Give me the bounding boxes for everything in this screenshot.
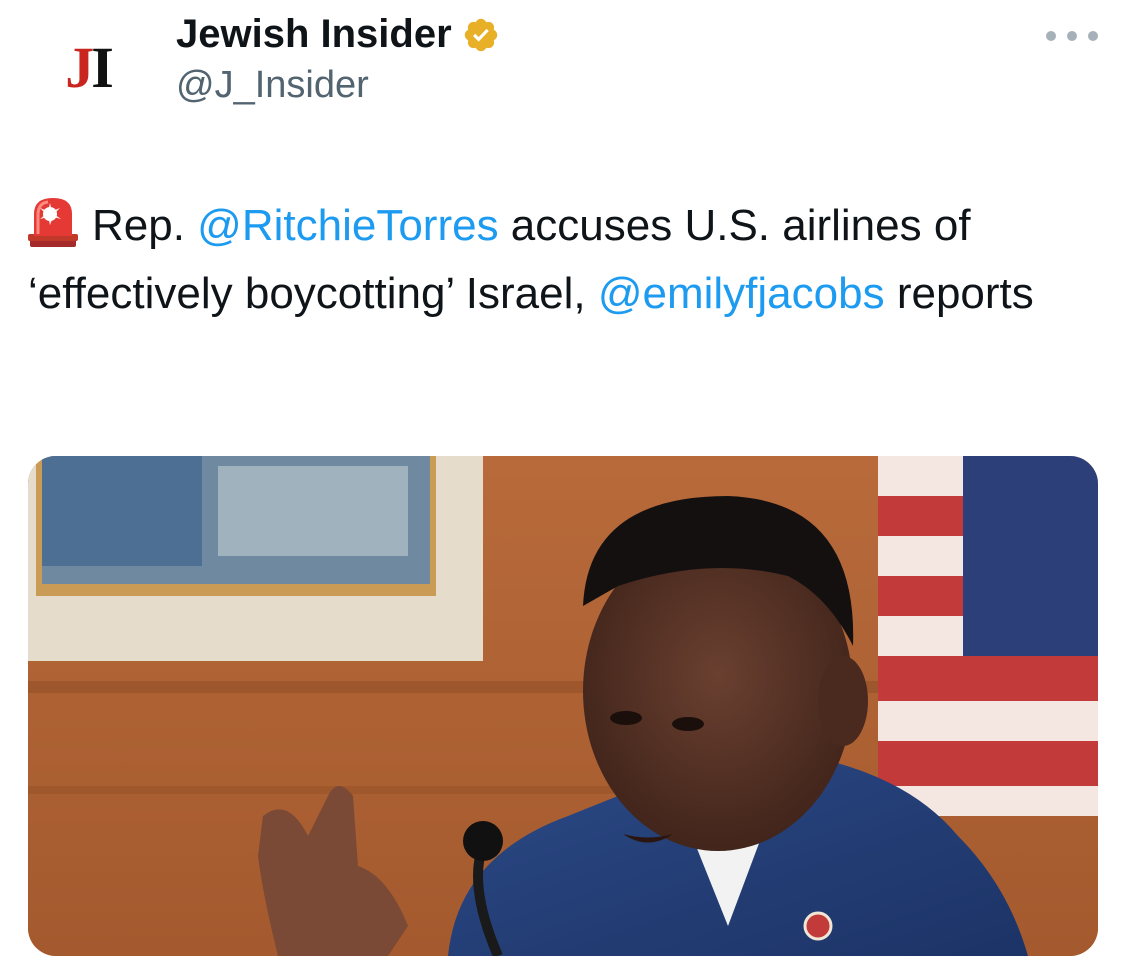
rotating-light-siren-icon <box>28 198 78 247</box>
user-handle[interactable]: @J_Insider <box>176 64 369 107</box>
logo-letter-i: I <box>91 35 114 100</box>
tweet-text: Rep. @RitchieTorres accuses U.S. airline… <box>28 192 1088 328</box>
logo-letter-j: J <box>65 35 94 100</box>
mention-ritchie-torres[interactable]: @RitchieTorres <box>197 201 498 250</box>
more-dot <box>1046 31 1056 41</box>
photo-illustration <box>28 456 1098 956</box>
display-name[interactable]: Jewish Insider <box>176 12 500 57</box>
more-dot <box>1088 31 1098 41</box>
jewish-insider-logo: JI <box>65 39 114 97</box>
more-options-icon[interactable] <box>1046 22 1098 50</box>
tweet-text-segment: Rep. <box>92 201 198 250</box>
verified-badge-icon <box>464 18 497 51</box>
avatar[interactable]: JI <box>38 18 138 118</box>
display-name-text: Jewish Insider <box>176 12 452 56</box>
tweet-media-photo[interactable] <box>28 456 1098 956</box>
tweet-text-segment: reports <box>884 269 1034 318</box>
mention-emily-jacobs[interactable]: @emilyfjacobs <box>598 269 885 318</box>
more-dot <box>1067 31 1077 41</box>
